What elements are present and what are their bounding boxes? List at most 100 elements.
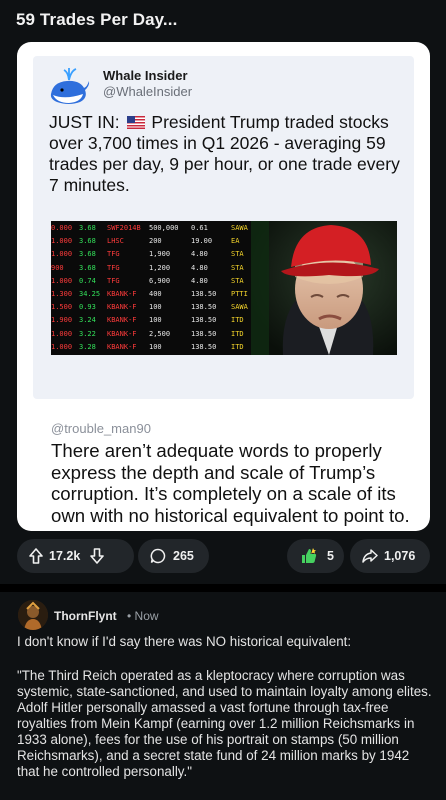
post-image-card[interactable]: Whale Insider @WhaleInsider JUST IN: Pre… [17, 42, 430, 531]
ticker-cell: 100 [149, 316, 162, 325]
divider [0, 584, 446, 592]
ticker-cell: 6,900 [149, 276, 171, 285]
ticker-cell: 3.68 [79, 237, 96, 246]
commenter-avatar-icon [18, 600, 48, 630]
award-count: 5 [327, 549, 334, 563]
ticker-cell: 1.500 [51, 303, 73, 312]
ticker-cell: 3.68 [79, 224, 96, 232]
share-count: 1,076 [384, 549, 416, 563]
ticker-cell: 100 [149, 342, 162, 351]
quoted-text: There aren’t adequate words to properly … [51, 440, 410, 526]
embedded-tweet: Whale Insider @WhaleInsider JUST IN: Pre… [33, 56, 414, 399]
tweet-author-name: Whale Insider [103, 68, 188, 83]
comment-username[interactable]: ThornFlynt [54, 609, 117, 623]
ticker-cell: 1.000 [51, 329, 73, 338]
vote-control: 17.2k [17, 539, 134, 573]
ticker-cell: LHSC [107, 237, 124, 246]
ticker-cell: ITD [231, 342, 244, 351]
ticker-row: 1.000 3.68 TFG 1,900 4.80 STA [51, 247, 265, 261]
ticker-cell: 3.24 [79, 316, 96, 325]
ticker-row: 1.900 3.24 KBANK-F 100 138.50 ITD [51, 313, 265, 327]
ticker-row: 900 3.68 TFG 1,200 4.80 STA [51, 261, 265, 275]
ticker-cell: TFG [107, 250, 120, 259]
ticker-cell: STA [231, 250, 244, 259]
ticker-cell: 0.93 [79, 303, 96, 312]
ticker-cell: 900 [51, 263, 64, 272]
ticker-cell: 400 [149, 290, 162, 298]
ticker-cell: 1.000 [51, 250, 73, 259]
comment: ThornFlynt • Now I don't know if I'd say… [0, 592, 446, 800]
ticker-cell: KBANK-F [107, 316, 137, 325]
tweet-text: JUST IN: President Trump traded stocks o… [49, 112, 405, 196]
ticker-row: 1.300 34.25 KBANK-F 400 138.50 PTTI [51, 287, 265, 301]
ticker-cell: 1.000 [51, 237, 73, 246]
ticker-cell: 100 [149, 303, 162, 312]
ticker-row: 1.000 3.28 KBANK-F 100 138.50 ITD [51, 340, 265, 354]
ticker-cell: 1.300 [51, 290, 73, 298]
ticker-row: 1.000 3.22 KBANK-F 2,500 138.50 ITD [51, 327, 265, 341]
comment-paragraph-2: "The Third Reich operated as a kleptocra… [17, 668, 432, 779]
ticker-row: 1.000 3.68 LHSC 200 19.00 EA [51, 234, 265, 248]
share-arrow-icon [362, 549, 378, 563]
ticker-cell: 4.80 [191, 250, 208, 259]
tweet-photo: 0.000 3.68 SWF2014B 500,000 0.61 SAWA 1.000 3.6… [51, 221, 397, 355]
ticker-cell: 200 [149, 237, 162, 246]
ticker-cell: ITD [231, 316, 244, 325]
green-thumbs-up-award-icon [302, 548, 317, 563]
comment-timestamp: • Now [127, 609, 159, 623]
ticker-cell: SAWA [231, 224, 248, 232]
ticker-cell: KBANK-F [107, 342, 137, 351]
ticker-cell: 1,200 [149, 263, 171, 272]
upvote-count: 17.2k [49, 549, 81, 563]
ticker-cell: 500,000 [149, 224, 179, 232]
ticker-cell: 138.50 [191, 329, 217, 338]
ticker-cell: 19.00 [191, 237, 213, 246]
ticker-cell: 4.80 [191, 276, 208, 285]
ticker-cell: KBANK-F [107, 290, 137, 298]
ticker-cell: 2,500 [149, 329, 171, 338]
ticker-cell: 138.50 [191, 290, 217, 298]
upvote-icon[interactable] [29, 548, 43, 564]
ticker-cell: SWF2014B [107, 224, 141, 232]
ticker-cell: STA [231, 263, 244, 272]
ticker-cell: 34.25 [79, 290, 101, 298]
ticker-cell: TFG [107, 276, 120, 285]
ticker-cell: 1.000 [51, 276, 73, 285]
ticker-cell: STA [231, 276, 244, 285]
comments-button[interactable]: 265 [138, 539, 209, 573]
avatar[interactable] [18, 600, 48, 630]
ticker-cell: 0.61 [191, 224, 208, 232]
ticker-cell: ITD [231, 329, 244, 338]
comment-bubble-icon [150, 548, 166, 564]
award-button[interactable]: 5 [287, 539, 344, 573]
tweet-text-prefix: JUST IN: [49, 112, 125, 132]
ticker-cell: 3.68 [79, 250, 96, 259]
ticker-cell: 4.80 [191, 263, 208, 272]
post-title[interactable]: 59 Trades Per Day... [16, 10, 177, 30]
ticker-cell: 3.68 [79, 263, 96, 272]
post-action-bar: 17.2k 265 5 1,076 [0, 539, 446, 575]
ticker-cell: SAWA [231, 303, 248, 312]
share-button[interactable]: 1,076 [350, 539, 430, 573]
ticker-cell: 0.000 [51, 224, 73, 232]
us-flag-icon [126, 116, 145, 129]
trump-portrait-image [251, 221, 397, 355]
ticker-row: 0.000 3.68 SWF2014B 500,000 0.61 SAWA [51, 221, 265, 235]
ticker-cell: KBANK-F [107, 329, 137, 338]
ticker-cell: 138.50 [191, 342, 217, 351]
ticker-cell: 138.50 [191, 303, 217, 312]
ticker-cell: PTTI [231, 290, 248, 298]
ticker-cell: TFG [107, 263, 120, 272]
post: 59 Trades Per Day... Whale Insider @Whal… [0, 0, 446, 584]
downvote-icon[interactable] [90, 548, 105, 564]
ticker-row: 1.000 0.74 TFG 6,900 4.80 STA [51, 274, 265, 288]
ticker-cell: 1,900 [149, 250, 171, 259]
ticker-cell: 0.74 [79, 276, 96, 285]
ticker-cell: EA [231, 237, 240, 246]
ticker-cell: 3.28 [79, 342, 96, 351]
quoted-author-handle: @trouble_man90 [51, 421, 151, 436]
ticker-row: 1.500 0.93 KBANK-F 100 138.50 SAWA [51, 300, 265, 314]
stock-ticker-board: 0.000 3.68 SWF2014B 500,000 0.61 SAWA 1.000 3.6… [51, 221, 265, 355]
ticker-cell: 1.900 [51, 316, 73, 325]
ticker-cell: 3.22 [79, 329, 96, 338]
